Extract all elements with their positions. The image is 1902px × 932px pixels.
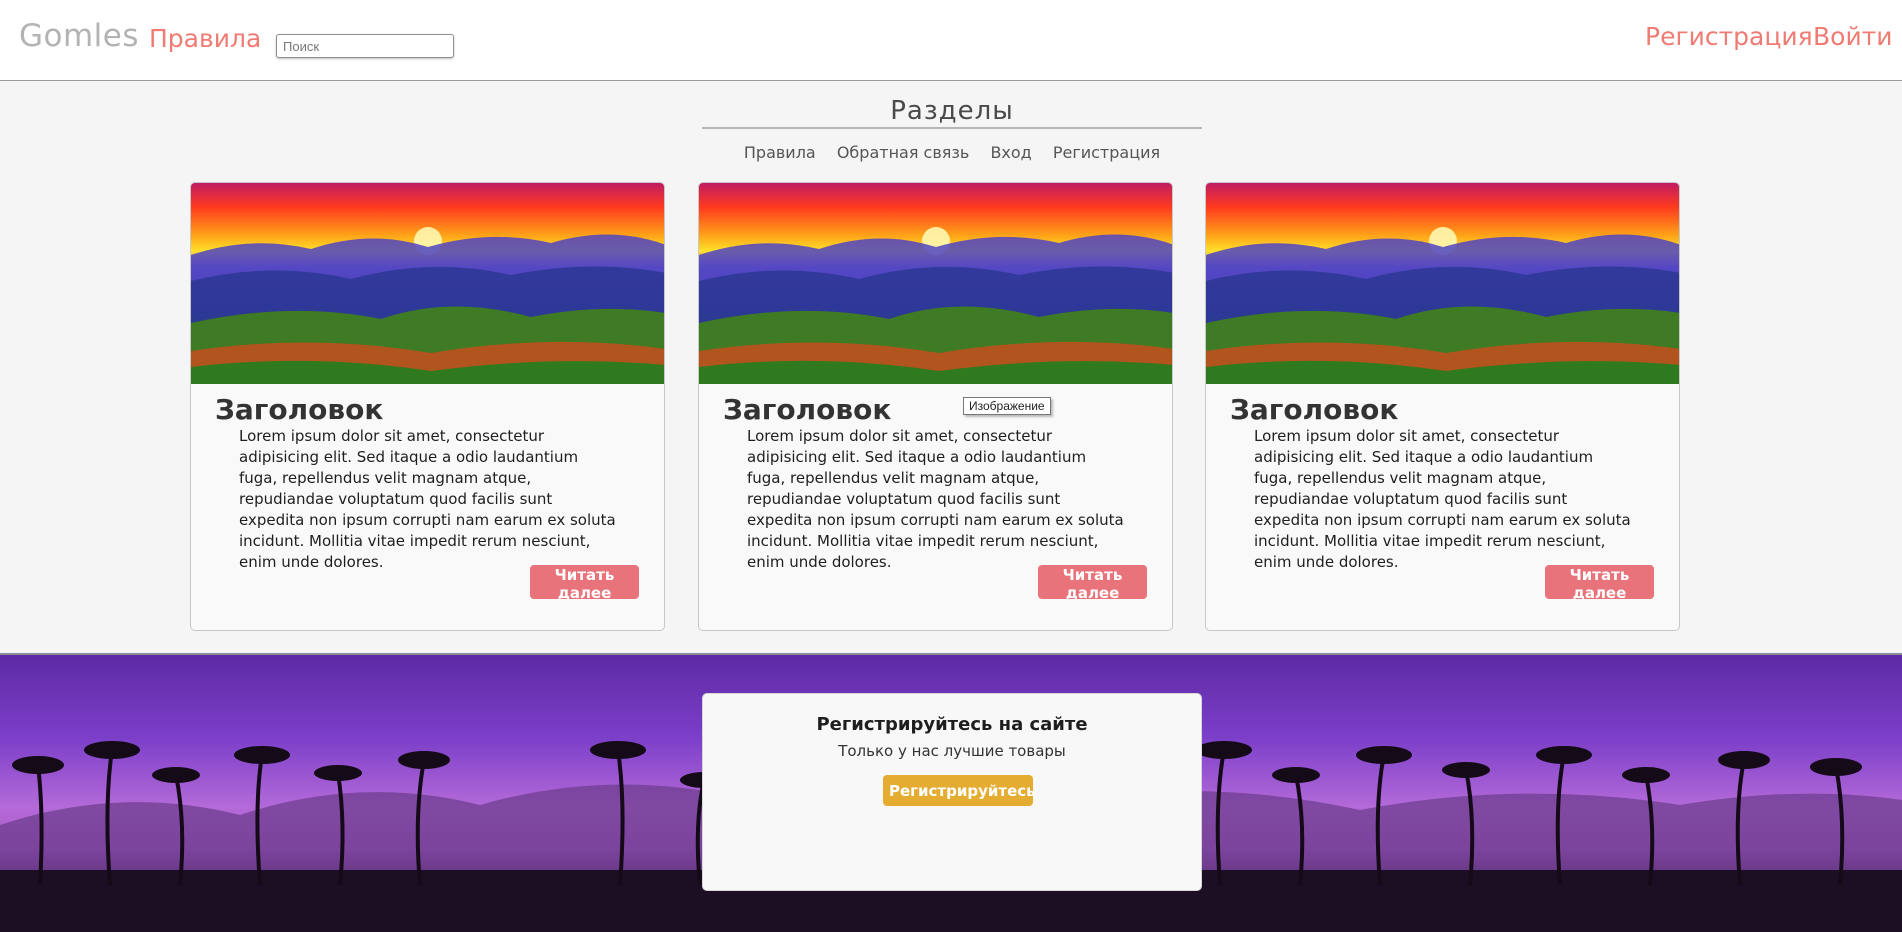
- card-image-sunset: [191, 183, 664, 384]
- nav-link-register[interactable]: Регистрация: [1645, 22, 1813, 51]
- read-more-button[interactable]: Читать далее: [530, 565, 639, 602]
- promo-subtitle: Только у нас лучшие товары: [838, 742, 1066, 760]
- sections-heading: Разделы: [890, 96, 1014, 126]
- promo-title: Регистрируйтесь на сайте: [816, 714, 1088, 735]
- section-link-login[interactable]: Вход: [990, 143, 1031, 162]
- sections-divider: [702, 127, 1202, 129]
- card-title: Заголовок: [215, 393, 384, 426]
- sections-nav: Правила Обратная связь Вход Регистрация: [700, 143, 1204, 162]
- image-tooltip: Изображение: [963, 397, 1051, 415]
- search-input[interactable]: [276, 34, 454, 58]
- top-navbar: Gomles Правила Регистрация Войти: [0, 0, 1902, 81]
- nav-link-rules[interactable]: Правила: [149, 24, 261, 53]
- article-card: Заголовок Lorem ipsum dolor sit amet, co…: [698, 182, 1173, 631]
- read-more-button[interactable]: Читать далее: [1038, 565, 1147, 602]
- register-promo-box: Регистрируйтесь на сайте Только у нас лу…: [702, 693, 1202, 891]
- site-logo[interactable]: Gomles: [19, 18, 139, 54]
- card-title: Заголовок: [723, 393, 892, 426]
- card-title: Заголовок: [1230, 393, 1399, 426]
- section-link-rules[interactable]: Правила: [744, 143, 816, 162]
- card-body-text: Lorem ipsum dolor sit amet, consectetur …: [239, 427, 616, 571]
- card-body-text: Lorem ipsum dolor sit amet, consectetur …: [747, 427, 1124, 571]
- article-card: Заголовок Lorem ipsum dolor sit amet, co…: [190, 182, 665, 631]
- card-body-text: Lorem ipsum dolor sit amet, consectetur …: [1254, 427, 1631, 571]
- article-card: Заголовок Lorem ipsum dolor sit amet, co…: [1205, 182, 1680, 631]
- register-button[interactable]: Регистрируйтесь: [883, 775, 1036, 806]
- read-more-button[interactable]: Читать далее: [1545, 565, 1654, 602]
- card-image-sunset: [1206, 183, 1679, 384]
- section-link-feedback[interactable]: Обратная связь: [837, 143, 970, 162]
- nav-link-login[interactable]: Войти: [1813, 22, 1893, 51]
- card-image-sunset: [699, 183, 1172, 384]
- section-link-register[interactable]: Регистрация: [1053, 143, 1160, 162]
